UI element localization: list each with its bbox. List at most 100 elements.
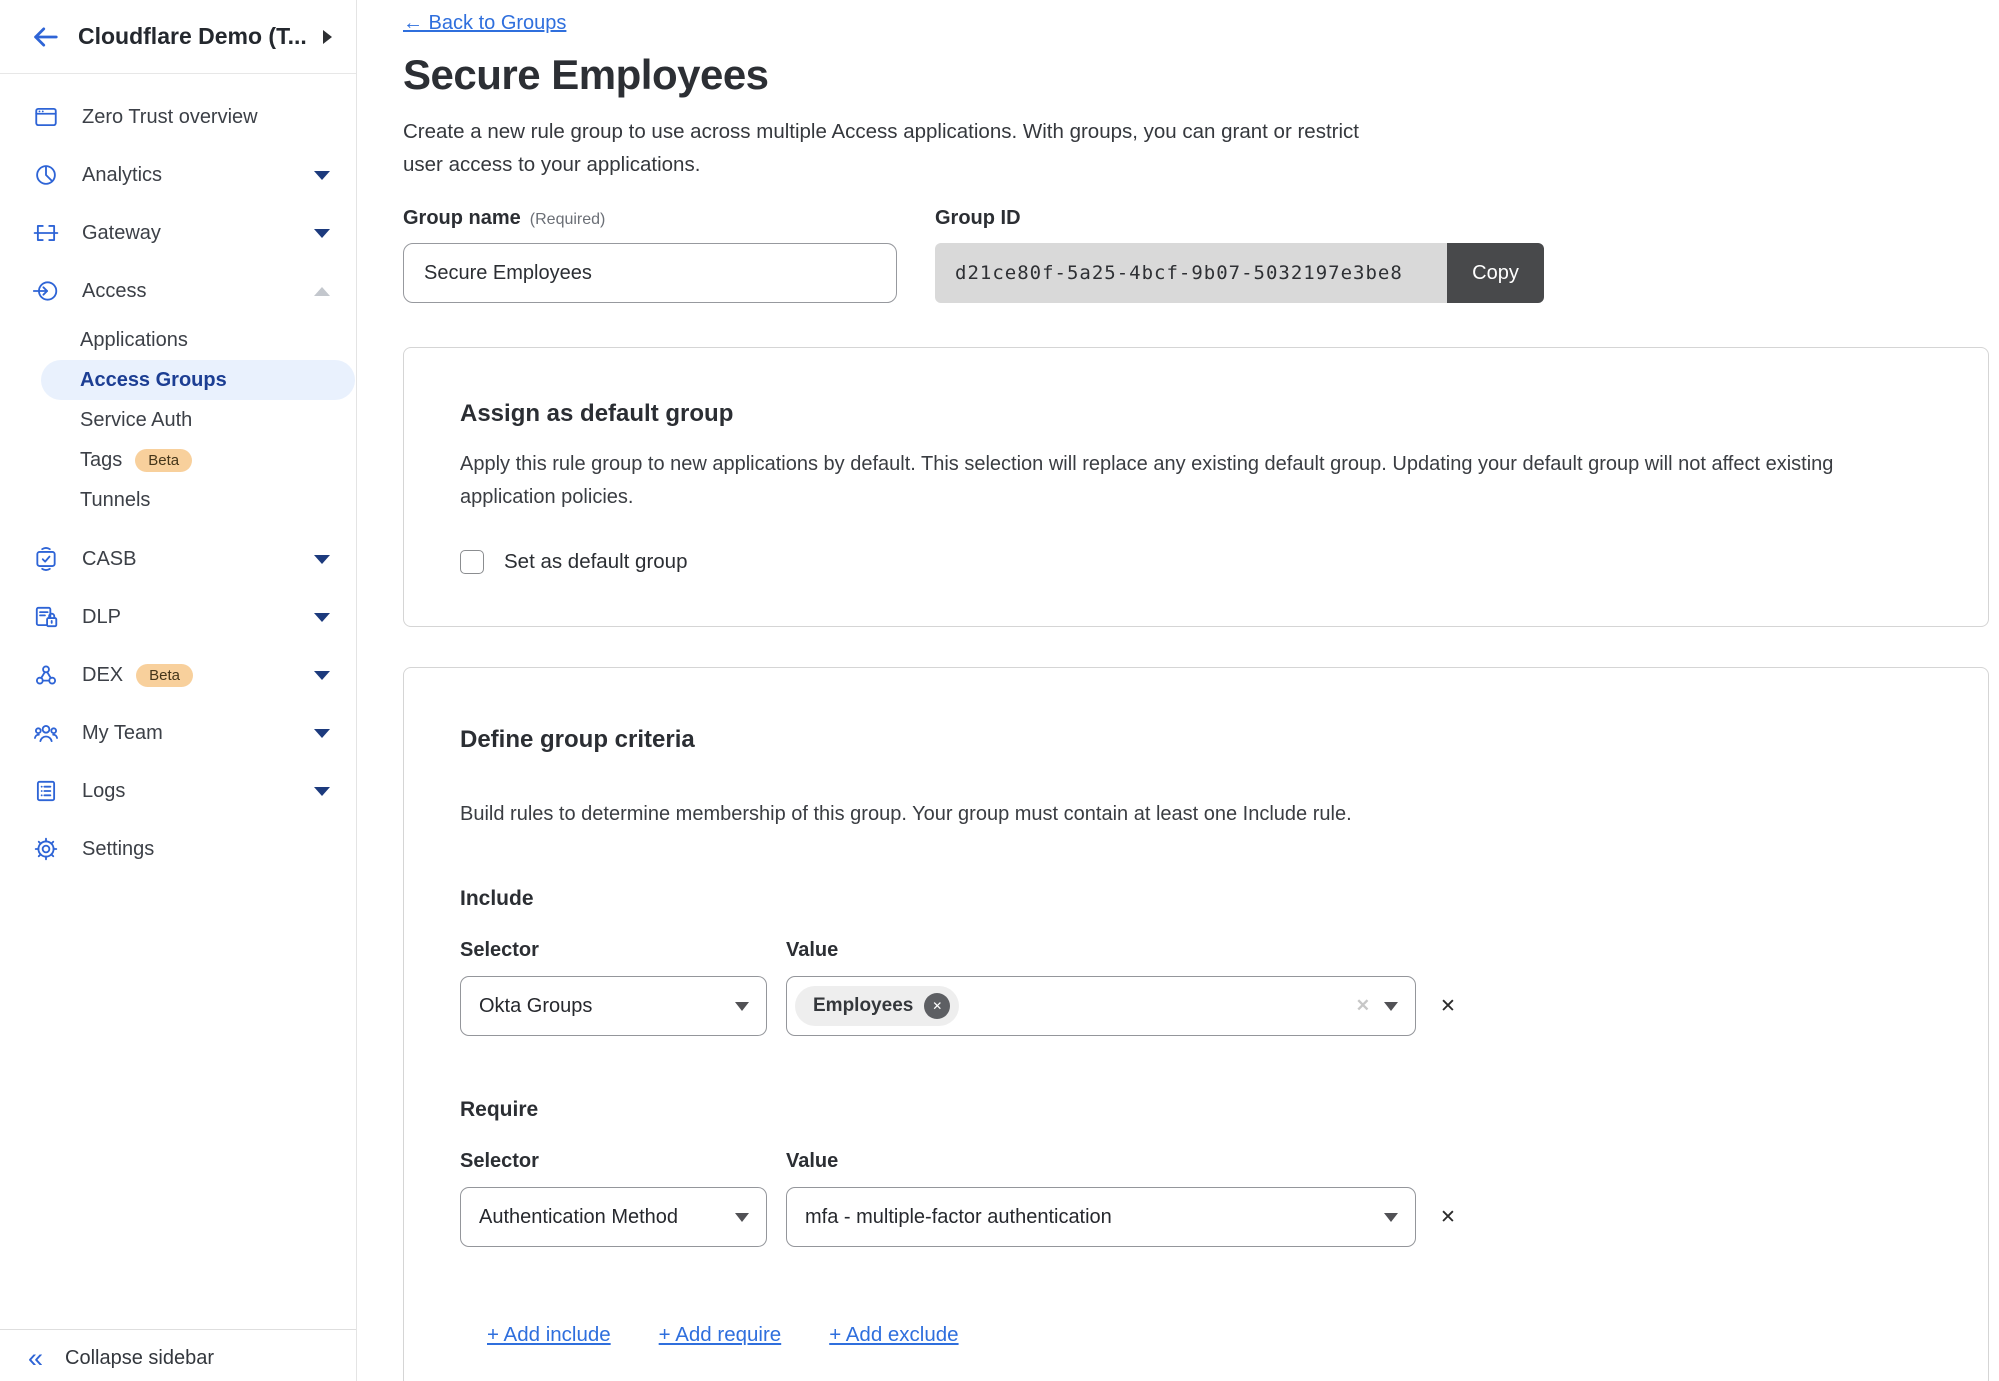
default-group-card-title: Assign as default group [460,400,1932,428]
access-icon [33,278,59,304]
group-id-field: Group ID d21ce80f-5a25-4bcf-9b07-5032197… [935,207,1544,303]
sidebar-item-label: Tunnels [80,489,150,512]
dex-icon [33,662,59,688]
sidebar-item-label: CASB [82,548,136,571]
sidebar-item-label: Applications [80,329,188,352]
include-value-multiselect[interactable]: Employees ✕ ✕ [786,976,1416,1036]
default-group-card-description: Apply this rule group to new application… [460,448,1895,514]
sidebar-item-label: DEX [82,664,123,687]
sidebar-item-tags[interactable]: Tags Beta [0,440,356,480]
sidebar-nav: Zero Trust overview Analytics Gateway Ac… [0,74,356,878]
collapse-sidebar-label: Collapse sidebar [65,1347,214,1370]
group-form-row: Group name (Required) Group ID d21ce80f-… [403,207,1999,303]
back-to-groups-link[interactable]: ← Back to Groups [403,12,566,35]
rule-actions-row: + Add include + Add require + Add exclud… [487,1323,1932,1347]
group-name-field: Group name (Required) [403,207,897,303]
sidebar-item-access-groups[interactable]: Access Groups [41,360,355,400]
include-value-label: Value [786,939,838,962]
sidebar-item-label: Access [82,280,146,303]
page-title: Secure Employees [403,51,1999,99]
main-content: ← Back to Groups Secure Employees Create… [357,0,1999,1381]
chevron-down-icon [314,671,330,680]
value-chip: Employees ✕ [795,986,959,1026]
chevron-down-icon [735,1002,749,1011]
chevron-down-icon [314,555,330,564]
sidebar-item-label: Settings [82,838,154,861]
sidebar-item-dex[interactable]: DEX Beta [0,646,356,704]
include-section-title: Include [460,887,1932,911]
page-description: Create a new rule group to use across mu… [403,115,1368,181]
group-id-label: Group ID [935,207,1021,230]
sidebar-item-label: Access Groups [80,369,227,392]
set-default-group-row: Set as default group [460,550,1932,574]
require-selector-value: Authentication Method [479,1206,678,1229]
sidebar-item-service-auth[interactable]: Service Auth [0,400,356,440]
sidebar-item-analytics[interactable]: Analytics [0,146,356,204]
include-selector-dropdown[interactable]: Okta Groups [460,976,767,1036]
sidebar-item-zero-trust-overview[interactable]: Zero Trust overview [0,88,356,146]
chevron-down-icon [314,729,330,738]
criteria-card-description: Build rules to determine membership of t… [460,798,1932,831]
sidebar-item-casb[interactable]: CASB [0,530,356,588]
include-selector-label: Selector [460,939,767,962]
chevron-down-icon [314,787,330,796]
account-name: Cloudflare Demo (T... [78,23,307,50]
chevron-down-icon [314,613,330,622]
chevron-down-icon [735,1213,749,1222]
value-chip-label: Employees [813,995,913,1017]
remove-require-rule-button[interactable]: ✕ [1440,1206,1456,1229]
gateway-icon [33,220,59,246]
require-selector-dropdown[interactable]: Authentication Method [460,1187,767,1247]
beta-badge: Beta [135,449,192,472]
require-selector-label: Selector [460,1150,767,1173]
chevron-up-icon [314,287,330,296]
back-arrow-icon[interactable] [30,22,60,52]
casb-icon [33,546,59,572]
require-value-label: Value [786,1150,838,1173]
sidebar-item-label: My Team [82,722,163,745]
default-group-card: Assign as default group Apply this rule … [403,347,1989,627]
dlp-icon [33,604,59,630]
sidebar-item-label: Service Auth [80,409,192,432]
sidebar-item-logs[interactable]: Logs [0,762,356,820]
sidebar-item-tunnels[interactable]: Tunnels [0,480,356,520]
sidebar-item-label: DLP [82,606,121,629]
sidebar-header: Cloudflare Demo (T... [0,0,356,74]
add-exclude-link[interactable]: + Add exclude [829,1323,958,1347]
logs-icon [33,778,59,804]
require-section-title: Require [460,1098,1932,1122]
sidebar-item-label: Analytics [82,164,162,187]
chevron-down-icon [314,171,330,180]
collapse-sidebar-button[interactable]: « Collapse sidebar [0,1329,356,1372]
window-icon [33,104,59,130]
clear-values-icon[interactable]: ✕ [1356,996,1370,1016]
copy-button[interactable]: Copy [1447,243,1544,303]
beta-badge: Beta [136,664,193,687]
require-value-dropdown[interactable]: mfa - multiple-factor authentication [786,1187,1416,1247]
remove-include-rule-button[interactable]: ✕ [1440,995,1456,1018]
add-include-link[interactable]: + Add include [487,1323,611,1347]
add-require-link[interactable]: + Add require [659,1323,782,1347]
sidebar-item-label: Logs [82,780,125,803]
chevron-right-icon[interactable] [323,30,332,44]
criteria-card-title: Define group criteria [460,726,1932,754]
team-icon [33,720,59,746]
group-id-value: d21ce80f-5a25-4bcf-9b07-5032197e3be8 [935,243,1447,303]
sidebar-item-gateway[interactable]: Gateway [0,204,356,262]
require-rule-row: Authentication Method mfa - multiple-fac… [460,1187,1932,1247]
include-rule-row: Okta Groups Employees ✕ ✕ ✕ [460,976,1932,1036]
collapse-icon: « [28,1345,43,1372]
remove-chip-icon[interactable]: ✕ [924,993,950,1019]
criteria-card: Define group criteria Build rules to det… [403,667,1989,1381]
sidebar-item-label: Zero Trust overview [82,106,258,129]
sidebar-item-access[interactable]: Access [0,262,356,320]
sidebar-item-applications[interactable]: Applications [0,320,356,360]
chevron-down-icon [1384,1213,1398,1222]
set-default-checkbox[interactable] [460,550,484,574]
required-hint: (Required) [530,211,606,229]
include-selector-value: Okta Groups [479,995,592,1018]
sidebar-item-my-team[interactable]: My Team [0,704,356,762]
sidebar-item-settings[interactable]: Settings [0,820,356,878]
group-name-input[interactable] [403,243,897,303]
sidebar-item-dlp[interactable]: DLP [0,588,356,646]
